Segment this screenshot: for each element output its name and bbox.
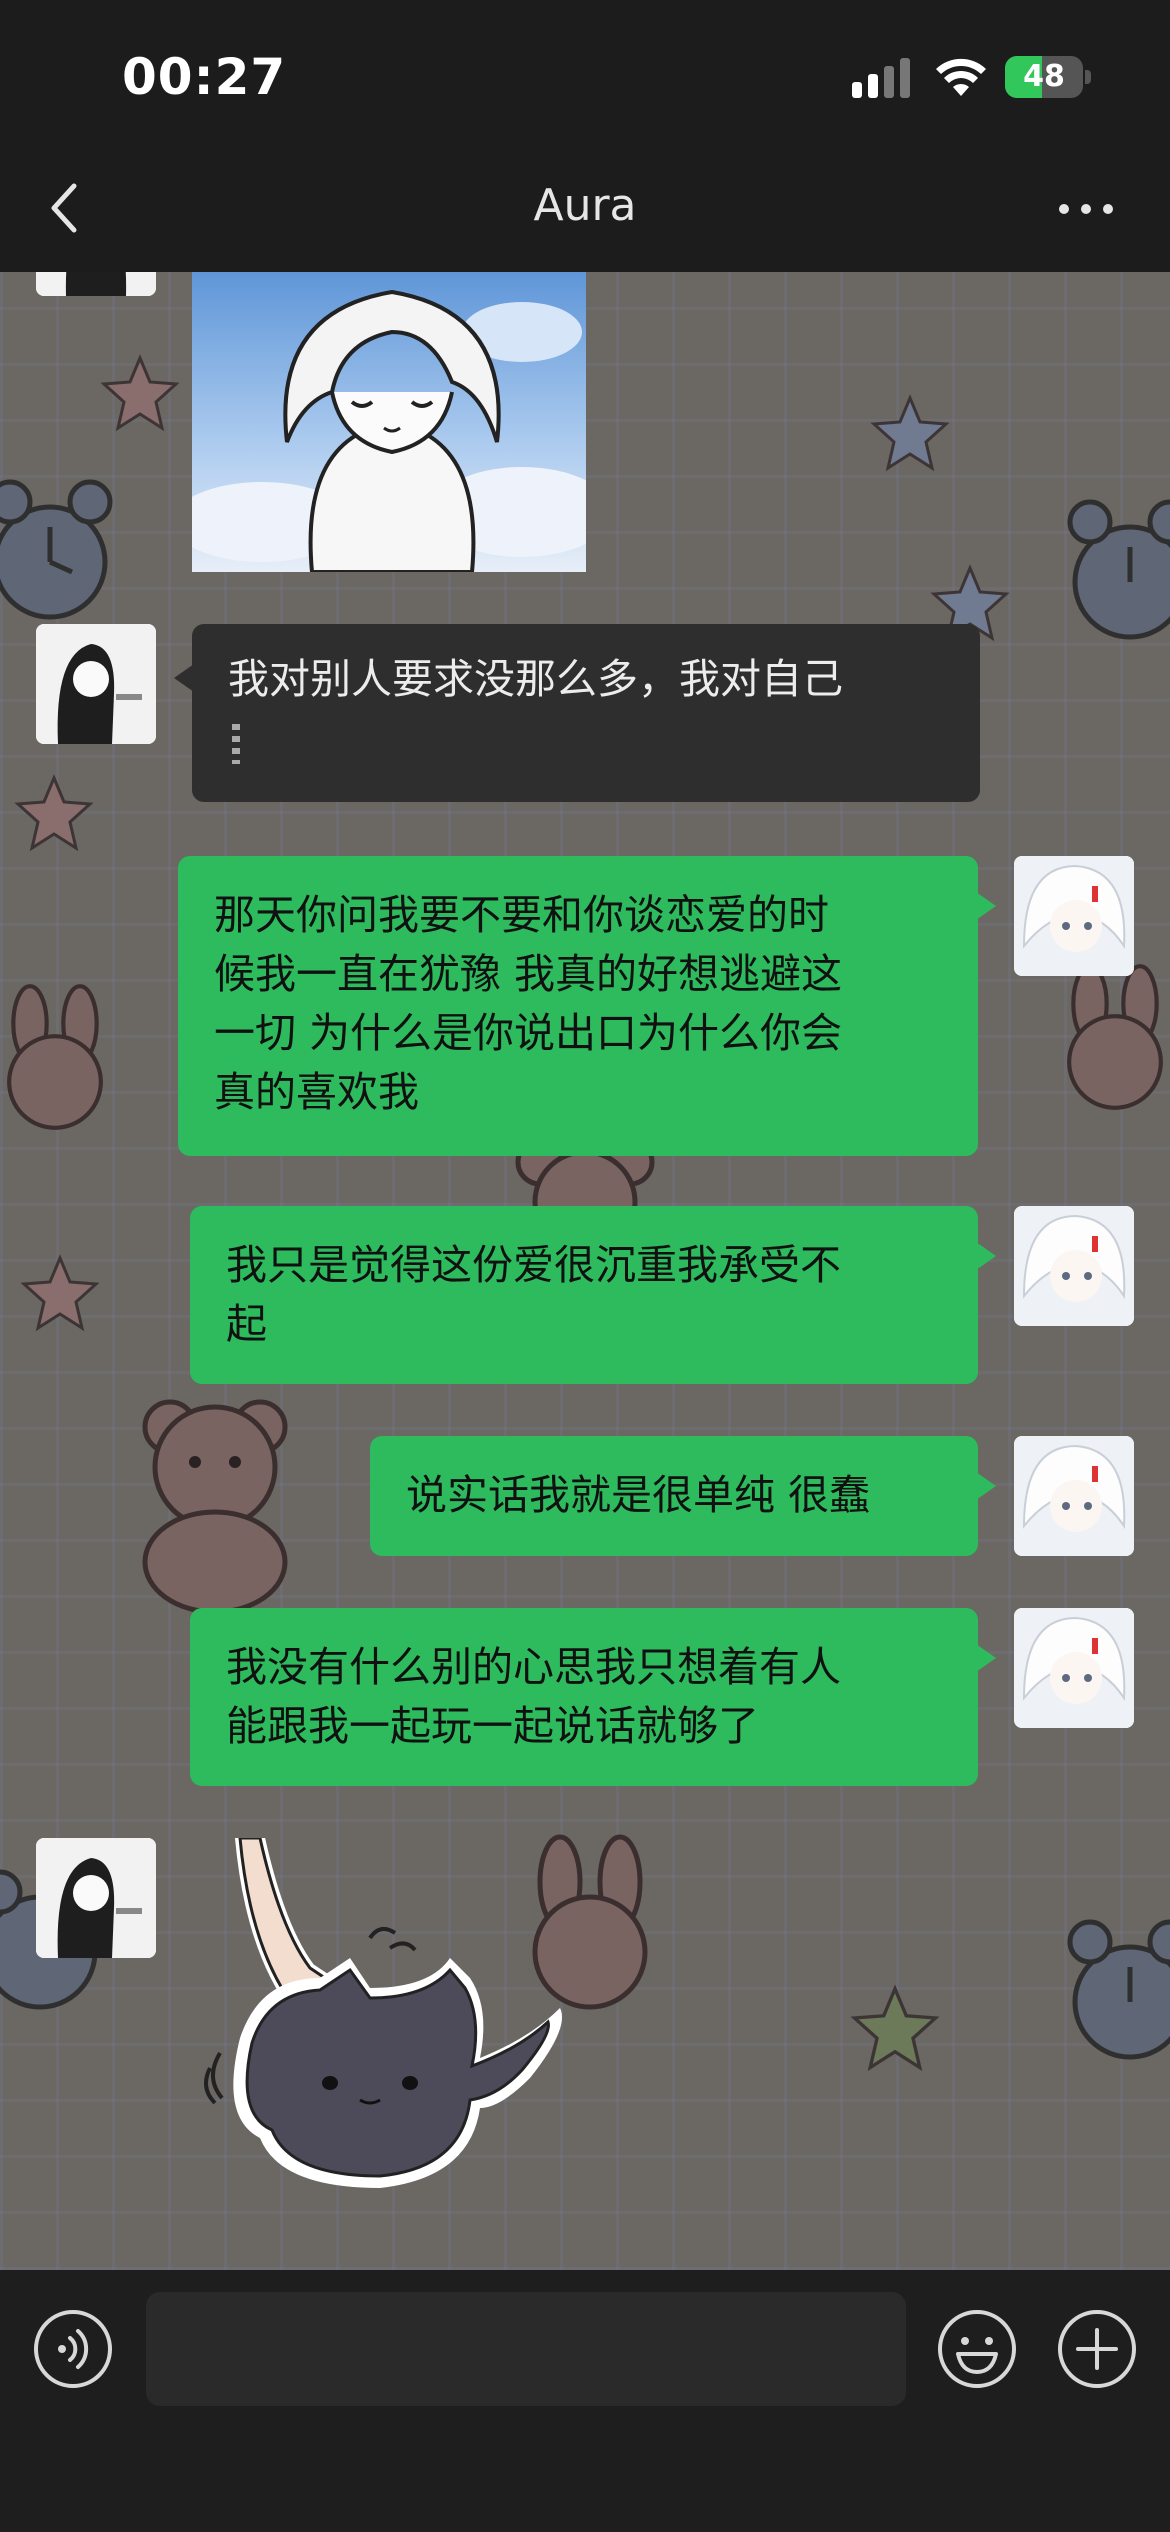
chat-title: Aura bbox=[533, 180, 637, 231]
nav-bar: Aura bbox=[0, 150, 1170, 272]
emoji-icon[interactable] bbox=[936, 2308, 1018, 2390]
chat-screen: 00:27 48 Aura 我对别人要求没那么多，我对自己 那天你问我要不要和你… bbox=[0, 0, 1170, 2532]
anime-girl-avatar-icon bbox=[36, 272, 156, 296]
message-bubble-sent[interactable]: 说实话我就是很单纯 很蠢 bbox=[370, 1436, 996, 1556]
alarm-clock-decoration-icon bbox=[1067, 1919, 1170, 2060]
message-text-line: 说实话我就是很单纯 很蠢 bbox=[406, 1471, 871, 1519]
message-text-line: 一切 为什么是你说出口为什么你会 bbox=[214, 1009, 843, 1057]
message-bubble-sent[interactable]: 我没有什么别的心思我只想着有人 能跟我一起玩一起说话就够了 bbox=[190, 1608, 996, 1786]
white-hair-anime-avatar-icon bbox=[1014, 1436, 1134, 1556]
star-decoration-icon bbox=[870, 394, 950, 472]
white-hair-anime-avatar-icon bbox=[1014, 1608, 1134, 1728]
message-text-line: 候我一直在犹豫 我真的好想逃避这 bbox=[214, 950, 843, 998]
message-bubble-received[interactable]: 我对别人要求没那么多，我对自己 bbox=[174, 624, 980, 802]
contact-avatar[interactable] bbox=[36, 1838, 156, 1958]
message-text-line: 能跟我一起玩一起说话就够了 bbox=[226, 1702, 759, 1750]
contact-avatar[interactable] bbox=[36, 624, 156, 744]
star-decoration-icon bbox=[850, 1984, 940, 2072]
my-avatar[interactable] bbox=[1014, 1436, 1134, 1556]
chat-area[interactable]: 我对别人要求没那么多，我对自己 那天你问我要不要和你谈恋爱的时 候我一直在犹豫 … bbox=[0, 272, 1170, 2270]
my-avatar[interactable] bbox=[1014, 856, 1134, 976]
plus-icon[interactable] bbox=[1056, 2308, 1138, 2390]
message-text-line: 那天你问我要不要和你谈恋爱的时 bbox=[214, 891, 829, 939]
my-avatar[interactable] bbox=[1014, 1206, 1134, 1326]
message-text-line: 我只是觉得这份爱很沉重我承受不 bbox=[226, 1241, 841, 1289]
image-message[interactable] bbox=[192, 272, 586, 572]
bunny-decoration-icon bbox=[7, 984, 103, 1130]
bunny-decoration-icon bbox=[1067, 964, 1163, 1110]
cat-pat-sticker-icon[interactable] bbox=[200, 1838, 590, 2218]
teddy-bear-decoration-icon bbox=[142, 1399, 288, 1612]
alarm-clock-decoration-icon bbox=[1067, 499, 1170, 640]
white-hair-anime-avatar-icon bbox=[1014, 856, 1134, 976]
message-bubble-sent[interactable]: 我只是觉得这份爱很沉重我承受不 起 bbox=[190, 1206, 996, 1384]
anime-girl-avatar-icon bbox=[36, 624, 156, 744]
status-bar: 00:27 48 bbox=[0, 0, 1170, 150]
contact-avatar[interactable] bbox=[36, 272, 156, 296]
truncated-dots bbox=[232, 724, 240, 764]
message-text-line: 起 bbox=[226, 1300, 267, 1348]
more-dots-icon[interactable] bbox=[1056, 194, 1116, 224]
star-decoration-icon bbox=[20, 1254, 100, 1332]
voice-icon[interactable] bbox=[32, 2308, 114, 2390]
wifi-icon bbox=[936, 58, 986, 96]
message-bubble-sent[interactable]: 那天你问我要不要和你谈恋爱的时 候我一直在犹豫 我真的好想逃避这 一切 为什么是… bbox=[178, 856, 996, 1156]
white-hair-anime-avatar-icon bbox=[1014, 1206, 1134, 1326]
my-avatar[interactable] bbox=[1014, 1608, 1134, 1728]
battery-percent: 48 bbox=[1023, 59, 1065, 94]
status-time: 00:27 bbox=[122, 48, 287, 106]
message-text: 我对别人要求没那么多，我对自己 bbox=[228, 655, 843, 703]
input-bar bbox=[0, 2270, 1170, 2532]
message-text-line: 我没有什么别的心思我只想着有人 bbox=[226, 1643, 841, 1691]
cartoon-sticker-icon bbox=[192, 289, 586, 572]
battery-icon: 48 bbox=[1005, 56, 1091, 98]
anime-girl-avatar-icon bbox=[36, 1838, 156, 1958]
alarm-clock-decoration-icon bbox=[0, 479, 113, 620]
star-decoration-icon bbox=[14, 774, 94, 852]
message-text-line: 真的喜欢我 bbox=[214, 1068, 419, 1116]
star-decoration-icon bbox=[100, 354, 180, 432]
message-input[interactable] bbox=[146, 2292, 906, 2406]
cellular-signal-icon bbox=[852, 58, 910, 98]
